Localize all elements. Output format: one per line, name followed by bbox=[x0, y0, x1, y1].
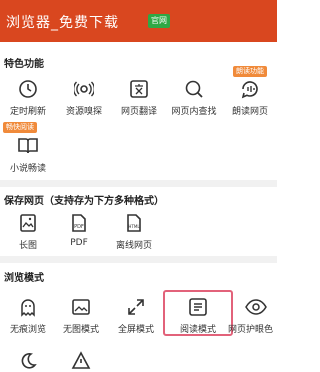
find-in-page-label: 网页内查找 bbox=[171, 107, 217, 117]
read-aloud-tag: 朗读功能 bbox=[233, 66, 267, 77]
section-title-features: 特色功能 bbox=[4, 59, 44, 70]
read-aloud-icon bbox=[239, 78, 261, 100]
save-offline-page-label: 离线网页 bbox=[115, 241, 152, 251]
section-divider bbox=[0, 180, 277, 187]
no-image-mode-label: 无图模式 bbox=[62, 325, 99, 335]
long-image-icon bbox=[17, 212, 39, 234]
incognito-label: 无痕浏览 bbox=[9, 325, 46, 335]
translate-button[interactable]: 网页翻译 bbox=[111, 78, 167, 120]
warning-icon bbox=[70, 350, 92, 372]
save-long-image-label: 长图 bbox=[18, 241, 37, 251]
translate-icon bbox=[128, 78, 150, 100]
warning-button[interactable] bbox=[53, 350, 109, 372]
app-header: 浏览器_免费下载 官网 bbox=[0, 0, 277, 42]
save-pdf-button[interactable]: PDF PDF bbox=[51, 212, 107, 254]
novel-read-tag: 畅快阅读 bbox=[3, 122, 37, 133]
translate-label: 网页翻译 bbox=[120, 107, 157, 117]
html-file-icon: HTML bbox=[123, 212, 145, 234]
find-in-page-button[interactable]: 网页内查找 bbox=[166, 78, 222, 120]
novel-read-button[interactable]: 小说畅读 bbox=[0, 135, 56, 177]
app-title: 浏览器_免费下载 bbox=[6, 15, 119, 31]
moon-icon bbox=[17, 350, 39, 372]
resource-sniff-button[interactable]: 资源嗅探 bbox=[56, 78, 112, 120]
incognito-button[interactable]: 无痕浏览 bbox=[0, 296, 56, 338]
fullscreen-mode-button[interactable]: 全屏模式 bbox=[108, 296, 164, 338]
resource-sniff-label: 资源嗅探 bbox=[65, 107, 102, 117]
read-aloud-label: 朗读网页 bbox=[231, 107, 268, 117]
eye-care-color-button[interactable]: 网页护眼色 bbox=[228, 296, 284, 338]
timer-refresh-icon bbox=[17, 78, 39, 100]
read-aloud-button[interactable]: 朗读网页 bbox=[222, 78, 278, 120]
reading-mode-icon bbox=[187, 296, 209, 318]
timer-refresh-button[interactable]: 定时刷新 bbox=[0, 78, 56, 120]
reading-mode-button[interactable]: 阅读模式 bbox=[170, 296, 226, 338]
resource-sniff-icon bbox=[73, 78, 95, 100]
svg-text:HTML: HTML bbox=[128, 224, 140, 229]
official-badge: 官网 bbox=[148, 14, 170, 28]
eye-care-color-label: 网页护眼色 bbox=[228, 325, 274, 335]
fullscreen-mode-label: 全屏模式 bbox=[117, 325, 154, 335]
pdf-file-icon: PDF bbox=[68, 212, 90, 234]
save-offline-page-button[interactable]: HTML 离线网页 bbox=[106, 212, 162, 254]
save-pdf-label: PDF bbox=[70, 238, 88, 248]
save-long-image-button[interactable]: 长图 bbox=[0, 212, 56, 254]
no-image-mode-button[interactable]: 无图模式 bbox=[53, 296, 109, 338]
night-mode-button[interactable] bbox=[0, 350, 56, 372]
ghost-icon bbox=[17, 296, 39, 318]
find-in-page-icon bbox=[183, 78, 205, 100]
fullscreen-icon bbox=[125, 296, 147, 318]
no-image-icon bbox=[70, 296, 92, 318]
eye-icon bbox=[245, 296, 267, 318]
section-divider bbox=[0, 256, 277, 263]
timer-refresh-label: 定时刷新 bbox=[9, 107, 46, 117]
svg-text:PDF: PDF bbox=[74, 224, 84, 230]
section-title-browse: 浏览模式 bbox=[4, 273, 44, 284]
novel-read-label: 小说畅读 bbox=[9, 164, 46, 174]
book-icon bbox=[17, 135, 39, 157]
reading-mode-label: 阅读模式 bbox=[179, 325, 216, 335]
section-title-save: 保存网页（支持存为下方多种格式） bbox=[4, 196, 164, 207]
